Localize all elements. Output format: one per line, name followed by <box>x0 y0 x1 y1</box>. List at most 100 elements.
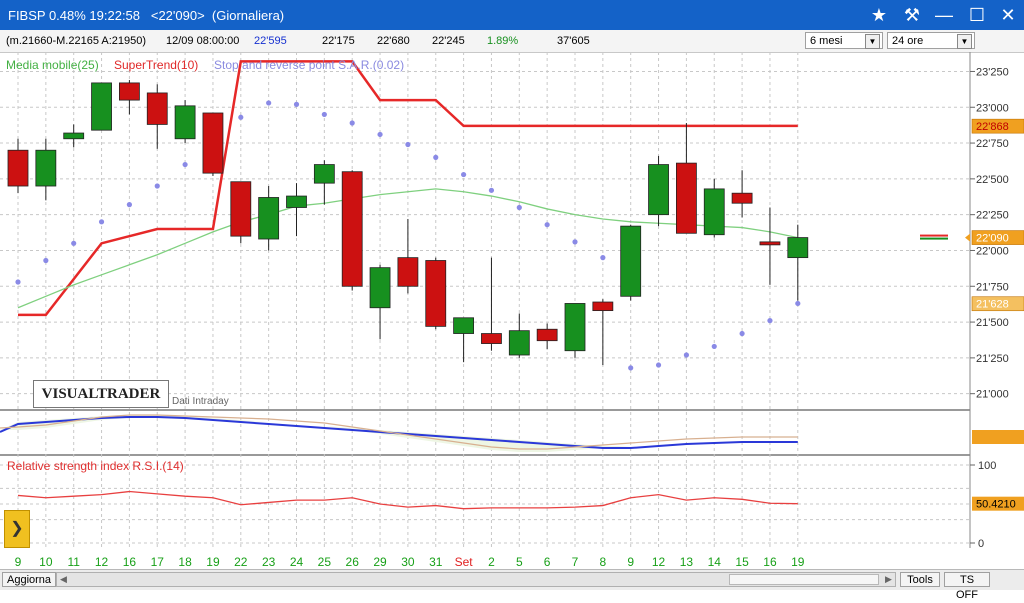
sar-dot <box>572 239 578 245</box>
scroll-right-icon[interactable]: ▶ <box>882 573 895 586</box>
candle-body[interactable] <box>202 112 224 174</box>
sar-dot <box>600 255 606 261</box>
candle-body[interactable] <box>787 237 809 259</box>
candle-body[interactable] <box>35 149 57 187</box>
tools-button[interactable]: Tools <box>900 572 940 587</box>
maximize-button[interactable]: ☐ <box>964 3 990 27</box>
candle-body[interactable] <box>564 303 586 352</box>
candle-body[interactable] <box>119 82 140 101</box>
candle-body[interactable] <box>369 267 391 309</box>
date-axis: 9 10 11 12 16 17 18 19 22 23 24 25 26 29 30 31 Set 2 5 6 7 8 9… <box>15 555 805 569</box>
candle-body[interactable] <box>146 92 168 125</box>
candle-body[interactable] <box>91 82 112 131</box>
price-tag-label: 22'868 <box>976 121 1009 133</box>
rsi-tick-label: 0 <box>978 538 984 550</box>
candle-body[interactable] <box>676 162 697 234</box>
candle-body[interactable] <box>731 192 753 204</box>
chevron-down-icon[interactable]: ▼ <box>957 34 972 49</box>
date-tick-label: 12 <box>95 555 109 569</box>
date-tick-label: 26 <box>346 555 360 569</box>
legend-supertrend: SuperTrend(10) <box>114 58 199 72</box>
sar-dot <box>767 318 773 324</box>
ts-off-button[interactable]: TS OFF <box>944 572 990 601</box>
expand-panel-button[interactable]: ❯ <box>4 510 30 548</box>
candle-body[interactable] <box>230 181 252 237</box>
open-price-text: 22'175 <box>322 35 355 47</box>
date-tick-label: 6 <box>544 555 551 569</box>
candle-body[interactable] <box>592 301 614 312</box>
oscillator-tag <box>972 430 1024 444</box>
period-select-value: 6 mesi <box>810 35 843 47</box>
sar-dot <box>266 100 272 106</box>
date-tick-label: 19 <box>791 555 805 569</box>
candle-body[interactable] <box>536 328 558 342</box>
change-percent-text: 1.89% <box>487 35 519 47</box>
candle-body[interactable] <box>508 330 530 356</box>
sar-dot <box>321 111 327 118</box>
bottom-toolbar: Aggiorna ◀ ▶ Tools TS OFF <box>0 569 1024 601</box>
last-price-arrow <box>965 233 970 242</box>
sar-dot <box>293 101 300 107</box>
interval-select[interactable]: 24 ore ▼ <box>887 32 975 49</box>
period-select[interactable]: 6 mesi ▼ <box>805 32 883 49</box>
candle-body[interactable] <box>7 149 29 187</box>
sar-dot <box>377 131 383 138</box>
date-tick-label: 9 <box>627 555 634 569</box>
chevron-down-icon[interactable]: ▼ <box>865 34 880 49</box>
date-tick-label: 19 <box>206 555 220 569</box>
date-tick-label: 30 <box>401 555 415 569</box>
date-tick-label: 15 <box>735 555 749 569</box>
update-button[interactable]: Aggiorna <box>2 572 57 587</box>
scroll-thumb[interactable] <box>729 574 879 585</box>
sar-dot <box>544 222 550 228</box>
sar-dot <box>238 114 244 120</box>
candle-body[interactable] <box>258 197 280 240</box>
rsi-line <box>17 490 798 510</box>
high-price-text: 22'680 <box>377 35 410 47</box>
price-panel[interactable] <box>7 60 948 371</box>
candle-body[interactable] <box>425 260 447 327</box>
rsi-tag-label: 50.4210 <box>976 499 1016 511</box>
last-price-marker <box>920 234 948 237</box>
date-tick-label: 16 <box>123 555 137 569</box>
rsi-title: Relative strength index R.S.I.(14) <box>7 459 184 473</box>
sar-dot <box>461 171 467 178</box>
candle-body[interactable] <box>620 225 642 297</box>
price-tick-label: 22'500 <box>976 174 1009 186</box>
date-tick-label: 22 <box>234 555 248 569</box>
candle-body[interactable] <box>313 164 335 184</box>
sar-dot <box>126 202 132 208</box>
candle-body[interactable] <box>63 132 85 140</box>
scroll-left-icon[interactable]: ◀ <box>57 573 70 586</box>
candle-body[interactable] <box>397 257 419 287</box>
tools-hammer-icon[interactable]: ⚒ <box>899 3 925 27</box>
chart-area[interactable]: 21'000 21'250 21'500 21'750 22'000 22'250 22'5… <box>0 52 1024 569</box>
price-axis: 21'000 21'250 21'500 21'750 22'000 22'250 22'5… <box>965 66 1024 550</box>
date-tick-label: 16 <box>763 555 777 569</box>
candle-body[interactable] <box>286 195 307 208</box>
date-tick-label: 29 <box>373 555 387 569</box>
candle-body[interactable] <box>481 333 502 344</box>
candle-body[interactable] <box>174 105 196 140</box>
price-tick-label: 22'750 <box>976 138 1009 150</box>
date-tick-label: 31 <box>429 555 443 569</box>
candle-body[interactable] <box>341 171 363 287</box>
sar-dot <box>43 257 49 264</box>
sar-dot <box>154 183 160 189</box>
legend-sma: Media mobile(25) <box>6 58 99 72</box>
sar-dot <box>628 365 634 371</box>
candle-body[interactable] <box>759 241 781 246</box>
candle-body[interactable] <box>453 317 475 334</box>
sar-dot <box>739 330 745 337</box>
close-button[interactable]: ✕ <box>995 3 1021 27</box>
date-tick-label: 14 <box>708 555 722 569</box>
price-tick-label: 21'750 <box>976 281 1009 293</box>
candle-body[interactable] <box>703 188 725 236</box>
sar-dot <box>433 154 439 160</box>
oscillator-line <box>0 416 798 449</box>
horizontal-scrollbar[interactable]: ◀ ▶ <box>56 572 896 587</box>
minimize-button[interactable]: — <box>931 3 957 27</box>
candle-body[interactable] <box>648 164 669 216</box>
favorite-star-icon[interactable]: ★ <box>866 3 892 27</box>
sar-dot <box>182 161 188 168</box>
